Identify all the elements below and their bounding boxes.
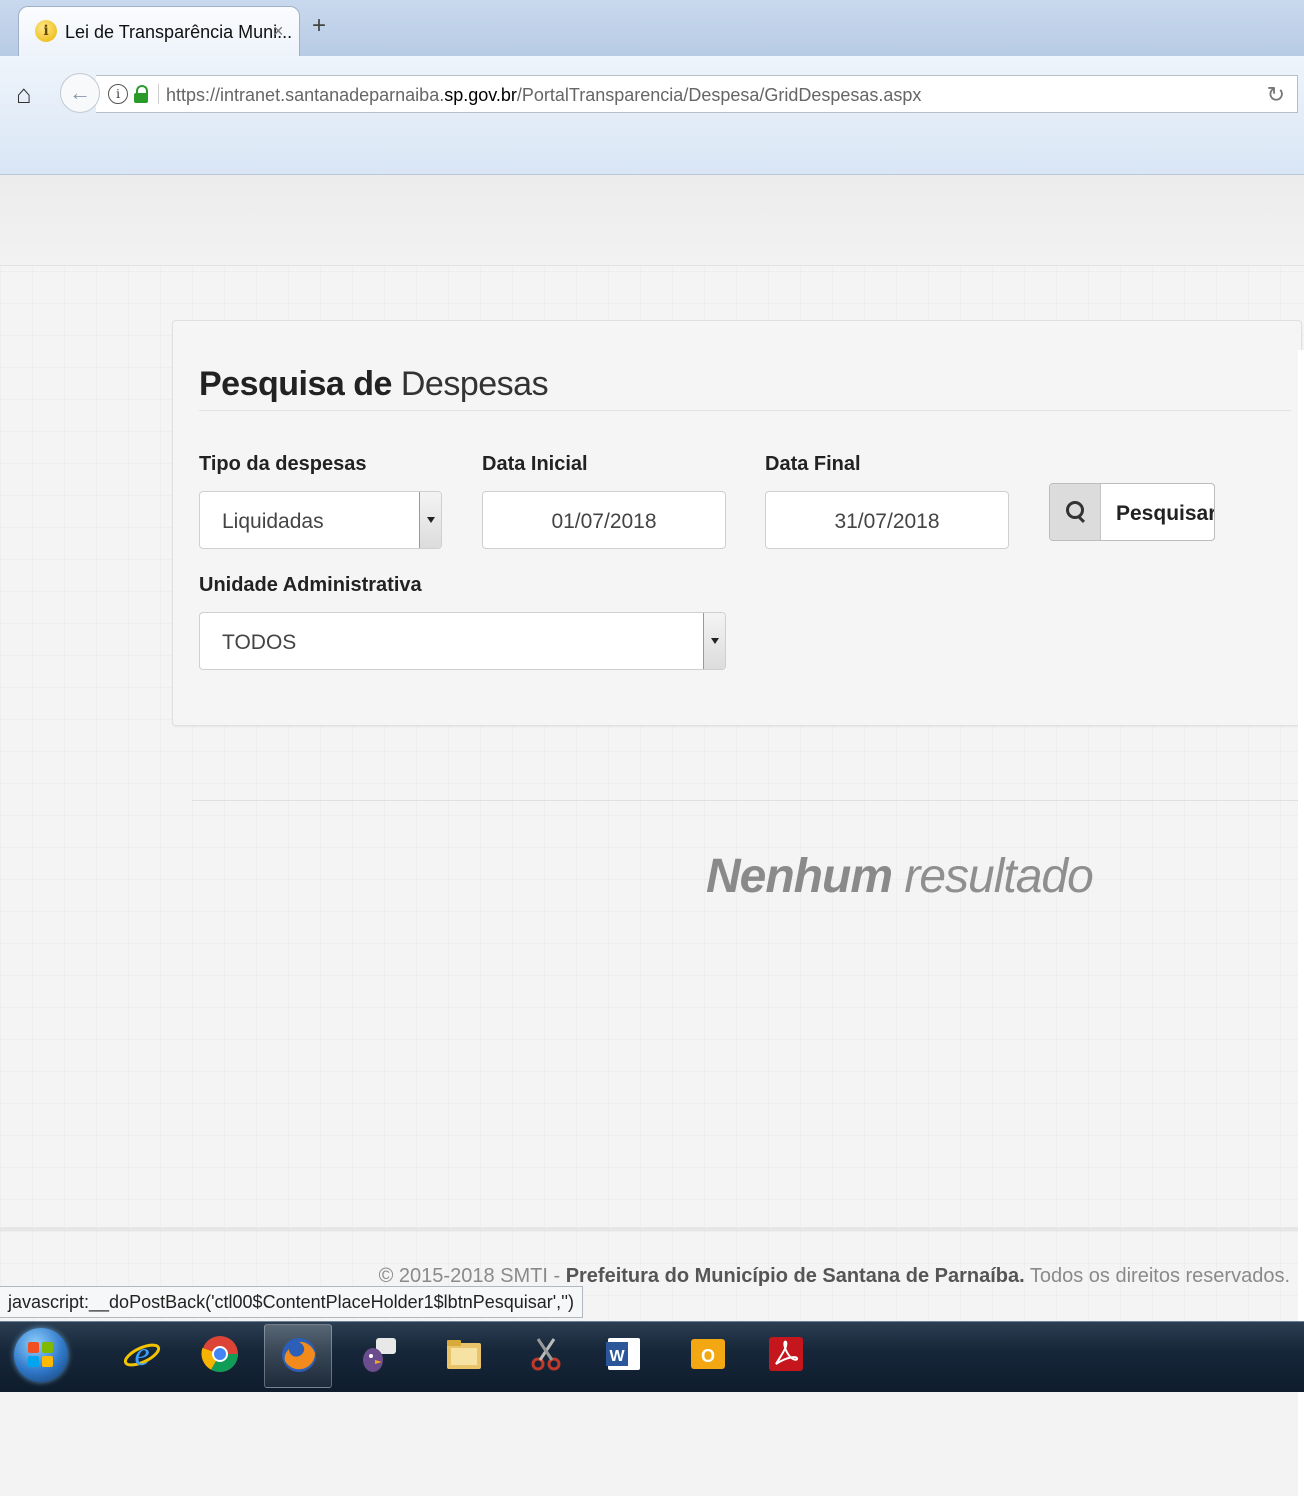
outlook-icon: O (691, 1339, 725, 1369)
search-panel: Pesquisa de Despesas Tipo da despesas Li… (172, 320, 1302, 726)
lock-icon[interactable] (134, 85, 148, 103)
start-button[interactable] (14, 1328, 68, 1382)
tipo-despesa-label: Tipo da despesas (199, 453, 367, 475)
url-text[interactable]: https://intranet.santanadeparnaiba.sp.go… (166, 85, 921, 106)
pesquisar-button[interactable]: Pesquisar (1049, 483, 1215, 541)
arrow-left-icon: ← (69, 80, 91, 105)
data-final-field[interactable]: 31/07/2018 (765, 491, 1009, 549)
panel-title-strong: Pesquisa de (199, 365, 392, 403)
taskbar-acrobat[interactable] (752, 1324, 820, 1388)
site-info-icon[interactable]: i (108, 84, 128, 104)
acrobat-icon (769, 1337, 803, 1371)
windows-logo-icon (28, 1342, 54, 1368)
panel-title: Pesquisa de Despesas (199, 365, 549, 404)
footer-org: Prefeitura do Município de Santana de Pa… (565, 1265, 1025, 1287)
page-footer: © 2015-2018 SMTI - Prefeitura do Municíp… (379, 1265, 1290, 1288)
tab-close-icon[interactable]: × (273, 21, 284, 42)
chevron-down-icon[interactable] (703, 613, 725, 669)
taskbar-firefox[interactable] (264, 1324, 332, 1388)
unidade-administrativa-value: TODOS (222, 631, 297, 654)
data-inicial-label: Data Inicial (482, 453, 588, 475)
svg-text:O: O (701, 1346, 715, 1366)
chevron-down-icon[interactable] (419, 492, 441, 548)
unidade-administrativa-select[interactable]: TODOS (199, 612, 726, 670)
chrome-icon (201, 1336, 238, 1373)
home-icon[interactable]: ⌂ (16, 79, 32, 110)
browser-tab-strip: i Lei de Transparência Muni... × + (0, 0, 1304, 56)
tipo-despesa-select[interactable]: Liquidadas (199, 491, 442, 549)
page-header-band (0, 175, 1304, 266)
svg-text:W: W (609, 1348, 625, 1365)
firefox-icon (282, 1338, 316, 1372)
panel-title-light: Despesas (400, 365, 549, 403)
internet-explorer-icon: e (123, 1336, 161, 1373)
taskbar-file-explorer[interactable] (430, 1324, 498, 1388)
status-bar-link: javascript:__doPostBack('ctl00$ContentPl… (0, 1286, 584, 1318)
panel-divider (199, 410, 1291, 411)
pidgin-icon (363, 1338, 396, 1372)
scissors-icon (531, 1338, 561, 1371)
data-final-value: 31/07/2018 (834, 510, 940, 533)
word-icon: W (606, 1338, 640, 1370)
taskbar-snipping-tool[interactable] (512, 1324, 580, 1388)
data-final-label: Data Final (765, 453, 861, 475)
reload-icon[interactable]: ↻ (1267, 82, 1285, 108)
no-results-message: Nenhum resultado (706, 850, 1094, 903)
pesquisar-button-label: Pesquisar (1116, 502, 1215, 525)
site-favicon-icon: i (35, 20, 57, 42)
tab-title: Lei de Transparência Muni... (65, 22, 293, 42)
taskbar-internet-explorer[interactable]: e (108, 1324, 176, 1388)
tipo-despesa-value: Liquidadas (222, 510, 324, 533)
new-tab-button[interactable]: + (312, 14, 326, 38)
results-divider (192, 800, 1304, 801)
taskbar-word[interactable]: W (590, 1324, 658, 1388)
page-content: Pesquisa de Despesas Tipo da despesas Li… (0, 175, 1304, 1496)
back-button[interactable]: ← (60, 73, 100, 113)
data-inicial-field[interactable]: 01/07/2018 (482, 491, 726, 549)
svg-text:e: e (134, 1336, 149, 1373)
taskbar-chrome[interactable] (186, 1324, 254, 1388)
unidade-administrativa-label: Unidade Administrativa (199, 574, 422, 596)
taskbar-outlook[interactable]: O (674, 1324, 742, 1388)
footer-band (0, 1227, 1304, 1231)
footer-rights: Todos os direitos reservados. (1024, 1265, 1290, 1287)
footer-copyright: © 2015-2018 SMTI - (378, 1265, 566, 1287)
browser-nav-bar: ⌂ i https://intranet.santanadeparnaiba.s… (0, 56, 1304, 175)
url-bar[interactable]: i https://intranet.santanadeparnaiba.sp.… (96, 75, 1298, 113)
folder-icon (447, 1340, 481, 1369)
search-icon (1066, 501, 1084, 519)
windows-taskbar: e W O (0, 1321, 1304, 1392)
browser-tab[interactable]: i Lei de Transparência Muni... × (18, 6, 300, 56)
data-inicial-value: 01/07/2018 (551, 510, 657, 533)
taskbar-pidgin[interactable] (344, 1324, 412, 1388)
search-button-addon (1050, 484, 1101, 540)
url-separator (158, 84, 159, 104)
